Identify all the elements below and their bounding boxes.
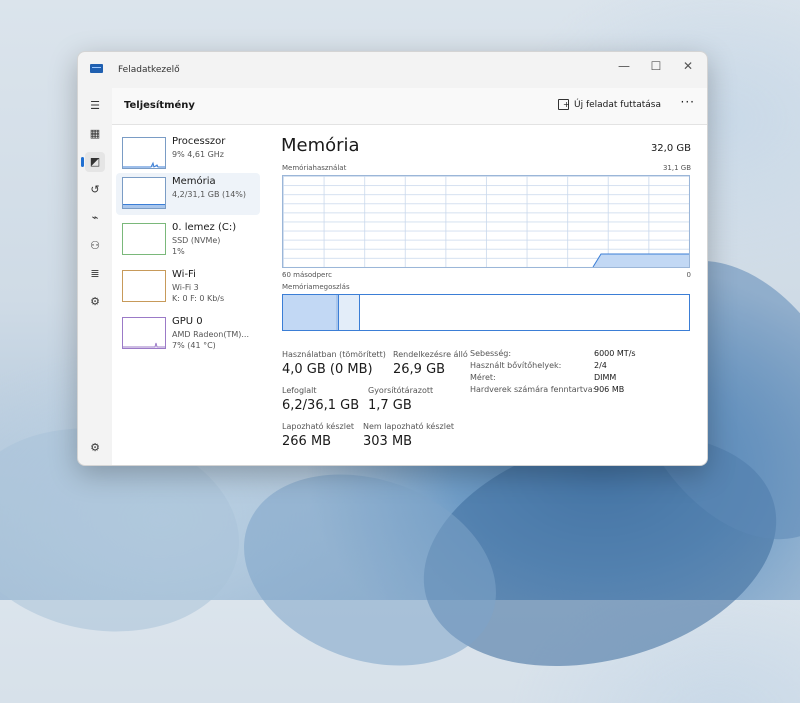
speed-value: 6000 MT/s xyxy=(594,349,636,358)
detail-title: Memória xyxy=(281,135,360,156)
minimize-button[interactable]: — xyxy=(609,56,639,76)
form-factor-label: Méret: xyxy=(470,373,496,382)
hardware-reserved-value: 906 MB xyxy=(594,385,625,394)
services-icon[interactable]: ⚙ xyxy=(85,292,105,312)
maximize-button[interactable]: ☐ xyxy=(641,56,671,76)
memory-composition-label: Memóriamegoszlás xyxy=(282,283,350,291)
device-usage: 7% (41 °C) xyxy=(172,341,216,350)
device-item-disk[interactable]: 0. lemez (C:) SSD (NVMe) 1% xyxy=(116,219,260,261)
gpu-thumbnail-graph xyxy=(122,317,166,349)
device-name: Wi-Fi xyxy=(172,269,196,280)
memory-usage-graph xyxy=(282,175,690,268)
slots-used-label: Használt bővítőhelyek: xyxy=(470,361,562,370)
device-usage: 4,2/31,1 GB (14%) xyxy=(172,190,247,199)
composition-in-use xyxy=(283,295,337,330)
nonpaged-pool-value: 303 MB xyxy=(363,434,413,449)
startup-apps-icon[interactable]: ⌁ xyxy=(85,208,105,228)
hamburger-menu-icon[interactable]: ☰ xyxy=(85,96,105,116)
available-value: 26,9 GB xyxy=(393,362,446,377)
memory-thumbnail-graph xyxy=(122,177,166,209)
page-title: Teljesítmény xyxy=(124,100,195,111)
device-item-wifi[interactable]: Wi-Fi Wi-Fi 3 K: 0 F: 0 Kb/s xyxy=(116,266,260,308)
disk-thumbnail-graph xyxy=(122,223,166,255)
in-use-value: 4,0 GB (0 MB) xyxy=(282,362,373,377)
page-header: Teljesítmény Új feladat futtatása ··· xyxy=(112,88,707,125)
device-usage: 9% 4,61 GHz xyxy=(172,150,225,159)
details-icon[interactable]: ≣ xyxy=(85,264,105,284)
navigation-rail: ☰ ▦ ◩ ↺ ⌁ ⚇ ≣ ⚙ ⚙ xyxy=(78,88,112,465)
gpu-sparkline xyxy=(123,342,165,348)
users-icon[interactable]: ⚇ xyxy=(85,236,105,256)
memory-thumbnail-fill xyxy=(123,204,165,208)
slots-used-value: 2/4 xyxy=(594,361,607,370)
graph-time-left: 60 másodperc xyxy=(282,271,332,279)
task-manager-app-icon xyxy=(90,64,103,73)
wifi-thumbnail-graph xyxy=(122,270,166,302)
device-item-gpu[interactable]: GPU 0 AMD Radeon(TM)... 7% (41 °C) xyxy=(116,313,260,355)
cached-label: Gyorsítótárazott xyxy=(368,386,434,395)
committed-label: Lefoglalt xyxy=(282,386,317,395)
run-task-label: Új feladat futtatása xyxy=(574,99,661,110)
title-bar[interactable]: Feladatkezelő — ☐ ✕ xyxy=(78,52,707,88)
run-task-icon xyxy=(558,99,570,110)
nonpaged-pool-label: Nem lapozható készlet xyxy=(363,422,455,431)
device-item-cpu[interactable]: Processzor 9% 4,61 GHz xyxy=(116,133,260,175)
form-factor-value: DIMM xyxy=(594,373,617,382)
task-manager-window: Feladatkezelő — ☐ ✕ ☰ ▦ ◩ ↺ ⌁ ⚇ ≣ ⚙ ⚙ Te… xyxy=(77,51,708,466)
paged-pool-value: 266 MB xyxy=(282,434,332,449)
device-usage: K: 0 F: 0 Kb/s xyxy=(172,294,225,303)
run-new-task-button[interactable]: Új feladat futtatása xyxy=(558,99,661,110)
device-type: AMD Radeon(TM)... xyxy=(172,330,249,339)
close-button[interactable]: ✕ xyxy=(673,56,703,76)
cached-value: 1,7 GB xyxy=(368,398,412,413)
memory-composition-bar xyxy=(282,294,690,331)
speed-label: Sebesség: xyxy=(470,349,512,358)
performance-icon[interactable]: ◩ xyxy=(81,152,105,172)
device-list: Processzor 9% 4,61 GHz Memória 4,2/31,1 … xyxy=(112,125,262,465)
device-name: GPU 0 xyxy=(172,316,203,327)
device-name: Processzor xyxy=(172,136,226,147)
more-options-button[interactable]: ··· xyxy=(681,95,695,109)
device-name: 0. lemez (C:) xyxy=(172,222,237,233)
composition-standby xyxy=(339,295,360,330)
in-use-label: Használatban (tömörített) xyxy=(282,350,386,359)
window-title: Feladatkezelő xyxy=(118,65,180,75)
device-type: SSD (NVMe) xyxy=(172,236,221,245)
device-name: Memória xyxy=(172,176,216,187)
content-area: Processzor 9% 4,61 GHz Memória 4,2/31,1 … xyxy=(112,125,707,465)
hardware-reserved-label: Hardverek számára fenntartva: xyxy=(470,385,596,394)
memory-usage-label: Memóriahasználat xyxy=(282,164,347,172)
cpu-thumbnail-graph xyxy=(122,137,166,169)
memory-usage-max: 31,1 GB xyxy=(662,164,691,172)
device-item-memory[interactable]: Memória 4,2/31,1 GB (14%) xyxy=(116,173,260,215)
device-type: Wi-Fi 3 xyxy=(172,283,199,292)
processes-icon[interactable]: ▦ xyxy=(85,124,105,144)
paged-pool-label: Lapozható készlet xyxy=(282,422,354,431)
available-label: Rendelkezésre álló xyxy=(393,350,468,359)
settings-icon[interactable]: ⚙ xyxy=(85,438,105,458)
cpu-sparkline xyxy=(123,161,165,168)
device-usage: 1% xyxy=(172,247,185,256)
memory-usage-line xyxy=(592,253,689,267)
app-history-icon[interactable]: ↺ xyxy=(85,180,105,200)
memory-detail-panel: Memória 32,0 GB Memóriahasználat 31,1 GB… xyxy=(262,125,707,465)
memory-total: 32,0 GB xyxy=(650,143,691,154)
committed-value: 6,2/36,1 GB xyxy=(282,398,360,413)
graph-time-right: 0 xyxy=(686,271,691,279)
